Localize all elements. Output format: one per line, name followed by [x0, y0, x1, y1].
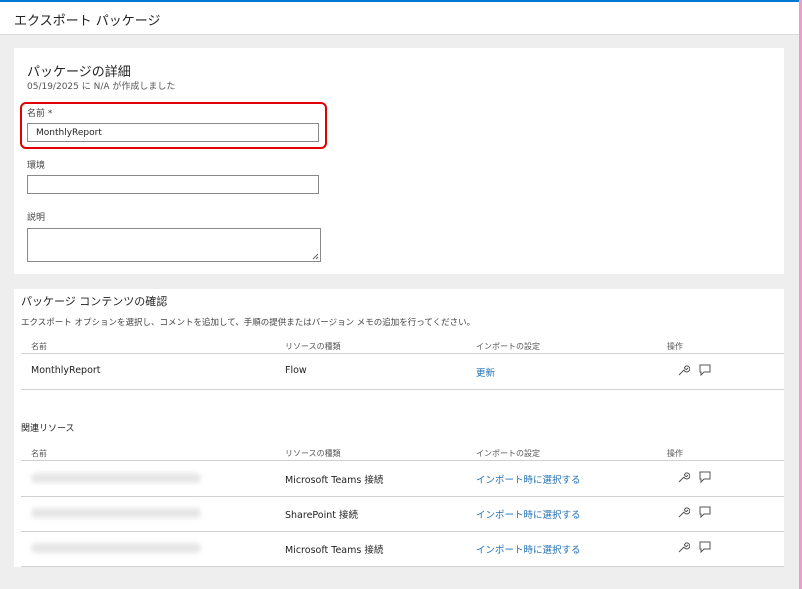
- resource-type: Microsoft Teams 接続: [285, 545, 384, 556]
- name-label: 名前 *: [27, 109, 53, 119]
- related-table-header: 名前 リソースの種類 インポートの設定 操作: [21, 446, 784, 461]
- environment-input[interactable]: [27, 175, 319, 194]
- col-actions: 操作: [667, 342, 683, 351]
- redacted-name: [31, 543, 201, 553]
- comment-icon[interactable]: [698, 470, 712, 484]
- wrench-icon[interactable]: [676, 540, 690, 554]
- resize-grip-icon[interactable]: [312, 253, 319, 260]
- environment-label: 環境: [27, 161, 46, 171]
- description-textarea[interactable]: [27, 228, 321, 262]
- col-import: インポートの設定: [476, 342, 540, 351]
- contents-title: パッケージ コンテンツの確認: [21, 295, 168, 308]
- package-details-panel: パッケージの詳細 05/19/2025 に N/A が作成しました 名前 * M…: [14, 48, 784, 274]
- related-resources-title: 関連リソース: [21, 424, 75, 434]
- col-name: 名前: [31, 342, 47, 351]
- details-subtitle: 05/19/2025 に N/A が作成しました: [27, 82, 176, 92]
- resource-type: Microsoft Teams 接続: [285, 475, 384, 486]
- wrench-icon[interactable]: [676, 470, 690, 484]
- import-setting-link[interactable]: 更新: [476, 365, 495, 379]
- row-actions: [676, 363, 717, 377]
- col-type: リソースの種類: [285, 342, 341, 351]
- import-setting-link[interactable]: インポート時に選択する: [476, 472, 581, 486]
- comment-icon[interactable]: [698, 363, 712, 377]
- comment-icon[interactable]: [698, 540, 712, 554]
- description-label: 説明: [27, 213, 46, 223]
- row-actions: [676, 505, 717, 519]
- package-contents-panel: パッケージ コンテンツの確認 エクスポート オプションを選択し、コメントを追加し…: [14, 289, 784, 567]
- name-input[interactable]: MonthlyReport: [27, 123, 319, 142]
- table-row: MonthlyReport Flow 更新: [21, 354, 784, 390]
- resource-name: MonthlyReport: [31, 365, 101, 376]
- table-row: SharePoint 接続 インポート時に選択する: [21, 496, 784, 532]
- col-name: 名前: [31, 449, 47, 458]
- wrench-icon[interactable]: [676, 505, 690, 519]
- redacted-name: [31, 508, 201, 518]
- page-title: エクスポート パッケージ: [14, 14, 161, 29]
- resource-type: SharePoint 接続: [285, 510, 359, 521]
- import-setting-link[interactable]: インポート時に選択する: [476, 507, 581, 521]
- import-setting-link[interactable]: インポート時に選択する: [476, 542, 581, 556]
- col-actions: 操作: [667, 449, 683, 458]
- col-import: インポートの設定: [476, 449, 540, 458]
- row-actions: [676, 470, 717, 484]
- table-row: Microsoft Teams 接続 インポート時に選択する: [21, 531, 784, 567]
- contents-table-header: 名前 リソースの種類 インポートの設定 操作: [21, 339, 784, 354]
- details-title: パッケージの詳細: [27, 65, 131, 80]
- resource-type: Flow: [285, 365, 307, 376]
- redacted-name: [31, 473, 201, 483]
- comment-icon[interactable]: [698, 505, 712, 519]
- wrench-icon[interactable]: [676, 363, 690, 377]
- page-header: エクスポート パッケージ: [0, 2, 799, 35]
- row-actions: [676, 540, 717, 554]
- col-type: リソースの種類: [285, 449, 341, 458]
- contents-description: エクスポート オプションを選択し、コメントを追加して、手順の提供またはバージョン…: [21, 318, 476, 328]
- table-row: Microsoft Teams 接続 インポート時に選択する: [21, 461, 784, 497]
